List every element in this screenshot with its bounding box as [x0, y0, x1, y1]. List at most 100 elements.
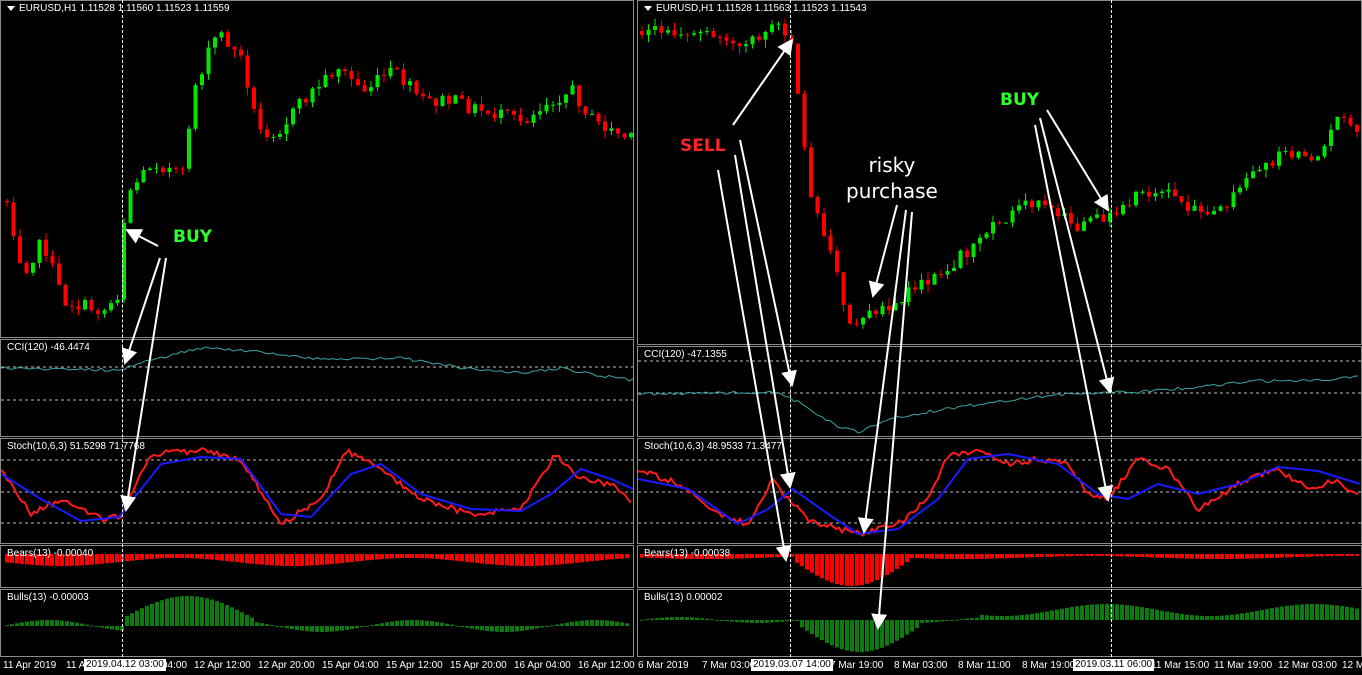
- left-price-pane[interactable]: EURUSD,H1 1.11528 1.11560 1.11523 1.1155…: [0, 0, 634, 338]
- bears-bar: [235, 554, 239, 563]
- bulls-bar: [280, 626, 284, 628]
- bears-bar: [910, 554, 914, 559]
- candle-body: [1088, 217, 1093, 222]
- bulls-bar: [545, 626, 549, 627]
- bulls-bar: [1295, 604, 1299, 620]
- bears-bar: [810, 554, 814, 573]
- bears-bar: [1000, 554, 1004, 559]
- candle-body: [252, 87, 256, 109]
- left-bulls-pane[interactable]: Bulls(13) -0.00003: [0, 589, 634, 657]
- bulls-bar: [1350, 607, 1354, 620]
- risky-line-1: risky: [868, 153, 916, 177]
- bears-bar: [1250, 554, 1254, 559]
- candle-body: [945, 270, 950, 275]
- bulls-bar: [420, 620, 424, 626]
- left-crosshair-line: [122, 0, 123, 657]
- candle-body: [440, 95, 445, 106]
- left-bears-pane[interactable]: Bears(13) -0.00040: [0, 545, 634, 588]
- dropdown-triangle-icon[interactable]: [7, 5, 15, 11]
- bears-bar: [1320, 554, 1324, 557]
- left-cci-pane[interactable]: CCI(120) -46.4474: [0, 339, 634, 437]
- bulls-bar: [190, 596, 194, 626]
- candle-body: [382, 75, 386, 77]
- bears-bar: [515, 554, 519, 566]
- bears-bar: [1235, 554, 1239, 559]
- candle-body: [96, 310, 100, 314]
- bears-bar: [110, 554, 114, 563]
- bulls-bar: [1050, 610, 1054, 620]
- bears-bar: [595, 554, 599, 561]
- bulls-bar: [1095, 604, 1099, 620]
- bears-bar: [730, 554, 734, 559]
- bulls-bar: [395, 620, 399, 626]
- bulls-bar: [645, 619, 649, 621]
- candle-body: [70, 305, 74, 307]
- bulls-bar: [600, 620, 604, 626]
- bears-bar: [1090, 554, 1094, 557]
- bears-bar: [830, 554, 834, 583]
- bulls-bar: [140, 608, 144, 626]
- bears-bar: [1105, 554, 1109, 557]
- bulls-bar: [550, 625, 554, 627]
- candle-body: [265, 129, 269, 138]
- candle-body: [291, 108, 295, 125]
- right-cci-line: [638, 360, 1361, 434]
- candle-body: [89, 300, 94, 311]
- left-stoch-pane[interactable]: Stoch(10,6,3) 51.5298 71.7768: [0, 438, 634, 544]
- right-bears-pane[interactable]: Bears(13) -0.00038: [637, 545, 1362, 588]
- bulls-bar: [290, 626, 294, 630]
- bulls-bar: [255, 622, 259, 626]
- right-stoch-pane[interactable]: Stoch(10,6,3) 48.9533 71.3477: [637, 438, 1362, 544]
- bulls-bar: [1040, 612, 1044, 620]
- bulls-bar: [540, 626, 544, 628]
- bulls-bar: [295, 626, 299, 630]
- right-bulls-pane[interactable]: Bulls(13) 0.00002: [637, 589, 1362, 657]
- candle-body: [395, 67, 399, 70]
- bulls-bar: [475, 626, 479, 630]
- bulls-bar: [90, 625, 94, 627]
- bulls-bar: [1010, 615, 1014, 620]
- right-symbol-label: EURUSD,H1 1.11528 1.11563 1.11523 1.1154…: [644, 3, 867, 15]
- candle-body: [271, 136, 276, 138]
- candle-body: [187, 128, 191, 169]
- bulls-bar: [180, 596, 184, 626]
- bears-bar: [1150, 554, 1154, 558]
- candle-body: [1192, 205, 1197, 211]
- candle-body: [1134, 191, 1138, 206]
- bulls-bar: [665, 617, 669, 620]
- dropdown-triangle-icon[interactable]: [644, 5, 652, 11]
- candle-body: [323, 74, 328, 87]
- bears-bar: [990, 554, 994, 559]
- bears-bar: [1025, 554, 1029, 558]
- candle-body: [919, 279, 924, 290]
- bears-bar: [750, 554, 754, 559]
- bulls-bar: [390, 621, 394, 626]
- bulls-bar: [1190, 615, 1194, 620]
- left-chart-window[interactable]: EURUSD,H1 1.11528 1.11560 1.11523 1.1155…: [0, 0, 634, 657]
- bulls-bar: [1220, 615, 1224, 620]
- bears-bar: [600, 554, 604, 561]
- bulls-bar: [535, 626, 539, 629]
- right-price-pane[interactable]: EURUSD,H1 1.11528 1.11563 1.11523 1.1154…: [637, 0, 1362, 345]
- bears-bar: [770, 554, 774, 558]
- bulls-bar: [130, 613, 134, 626]
- bears-bar: [1130, 554, 1134, 557]
- right-cci-pane[interactable]: CCI(120) -47.1355: [637, 346, 1362, 437]
- bulls-bar: [1115, 604, 1119, 620]
- bulls-bar: [1015, 615, 1019, 620]
- bulls-bar: [1270, 608, 1274, 620]
- bulls-bar: [345, 626, 349, 630]
- bulls-bar: [745, 620, 749, 623]
- candle-body: [1290, 150, 1294, 158]
- bears-bar: [1310, 554, 1314, 557]
- bulls-bar: [1030, 613, 1034, 620]
- bears-bar: [380, 554, 384, 560]
- bulls-bar: [1025, 614, 1029, 620]
- left-bulls-histogram: [5, 596, 629, 632]
- candle-body: [1348, 118, 1353, 125]
- bears-bar: [330, 554, 334, 565]
- risky-line-2: purchase: [846, 179, 938, 203]
- left-stoch-lines: [1, 447, 633, 525]
- candle-body: [1160, 191, 1164, 194]
- bears-bar: [755, 554, 759, 558]
